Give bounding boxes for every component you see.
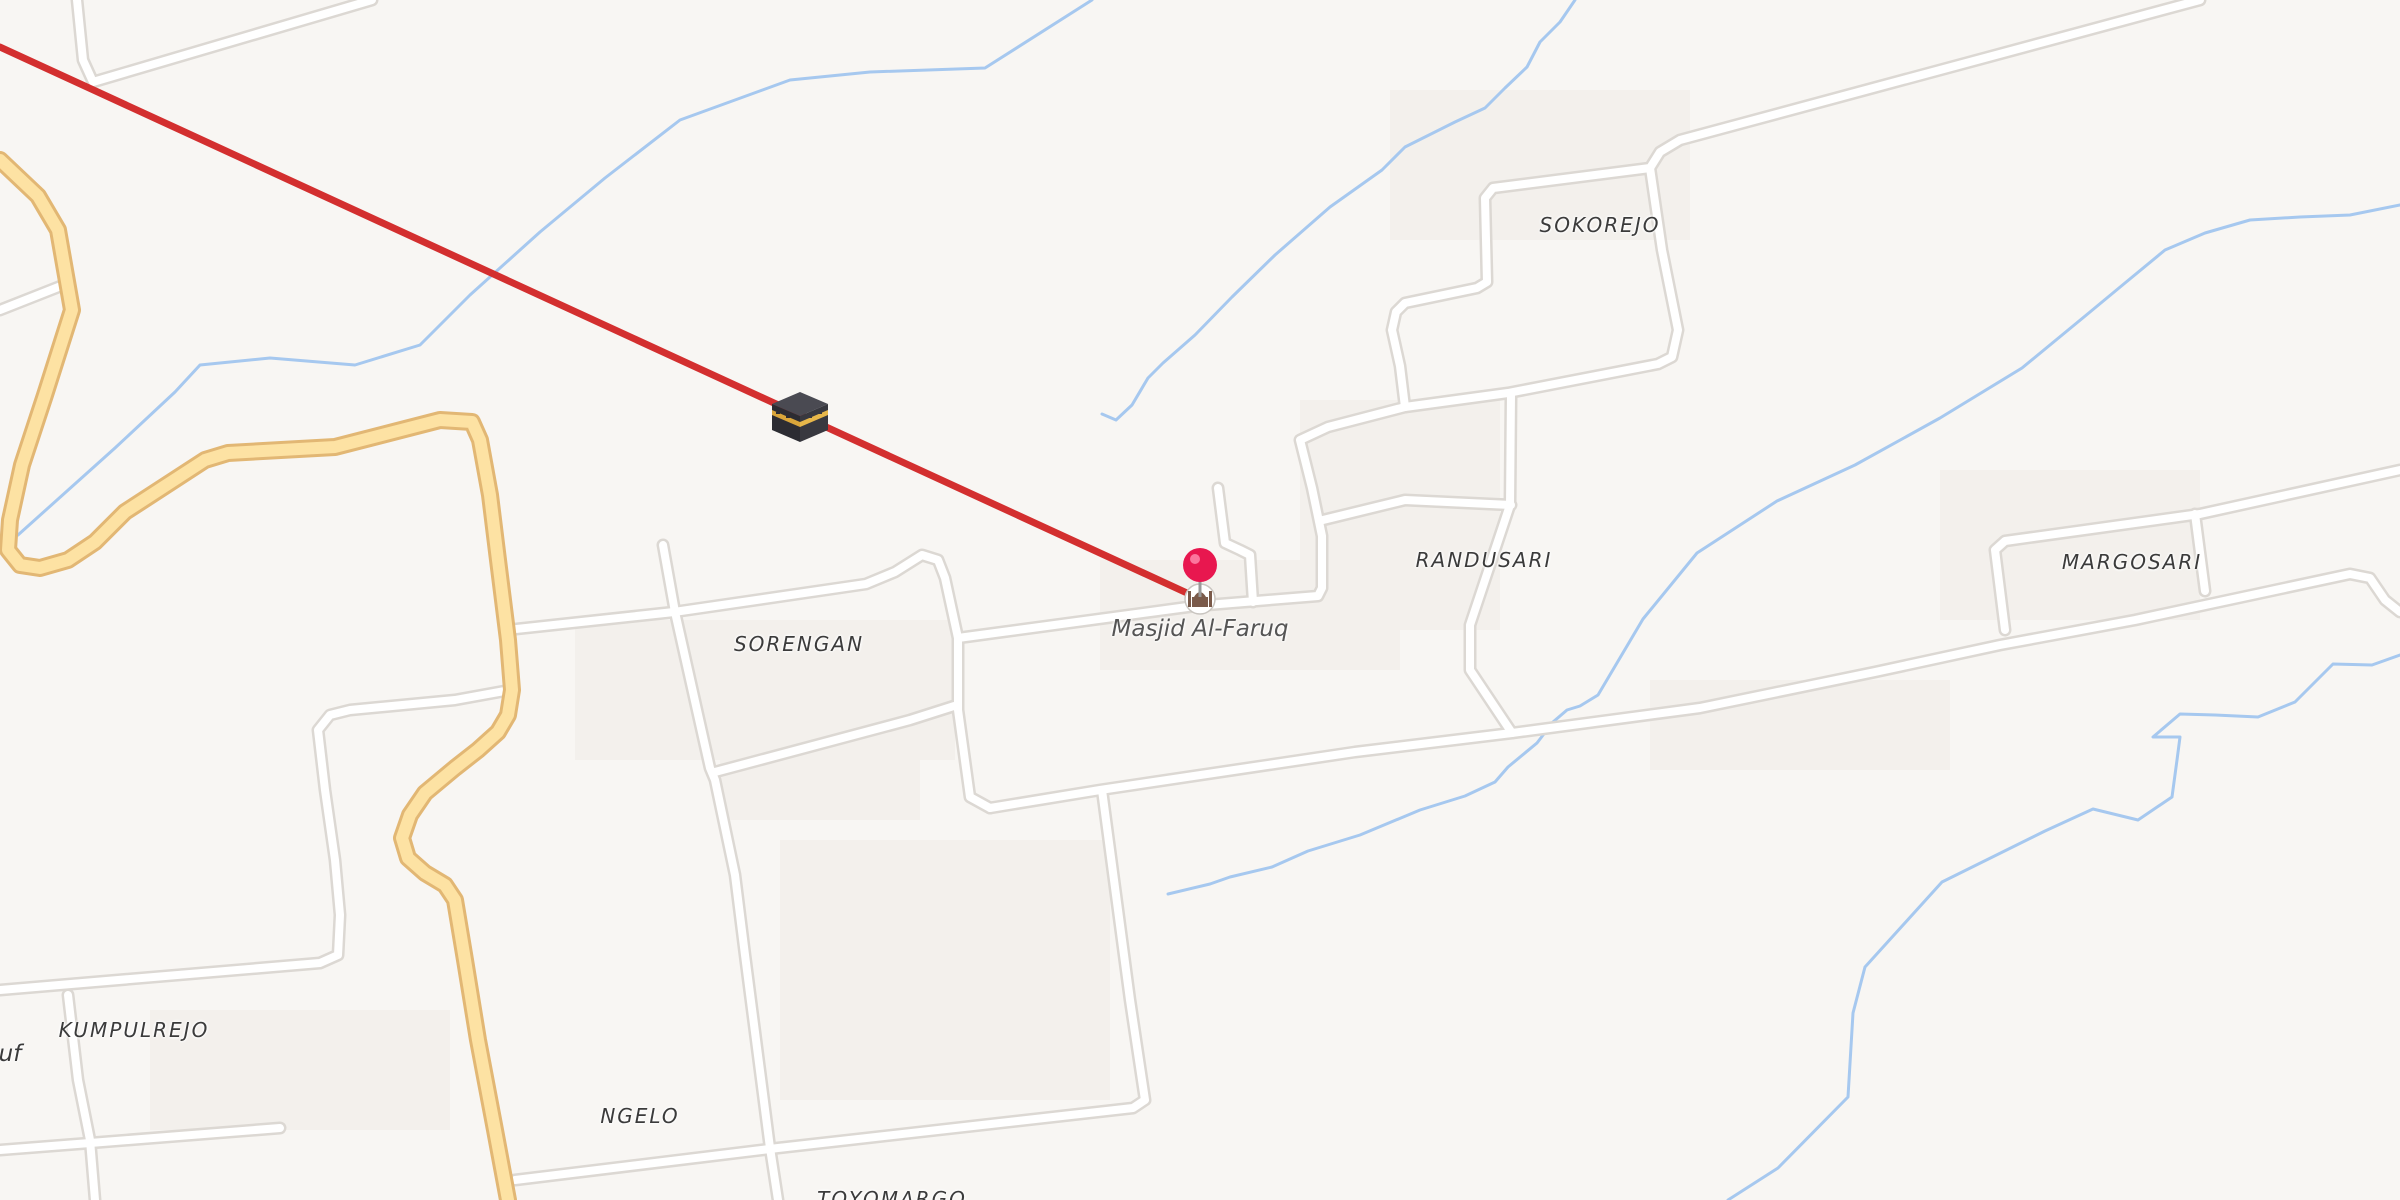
- place-label-kumpulrejo: KUMPULREJO: [58, 1018, 210, 1042]
- place-label-partial: uf: [0, 1041, 22, 1067]
- place-label-ngelo: NGELO: [600, 1104, 680, 1128]
- place-label-margosari: MARGOSARI: [2061, 550, 2203, 574]
- map-view[interactable]: SOKOREJO RANDUSARI MARGOSARI SORENGAN KU…: [0, 0, 2400, 1200]
- place-label-randusari: RANDUSARI: [1415, 548, 1553, 572]
- place-label-sokorejo: SOKOREJO: [1539, 213, 1661, 237]
- poi-label-masjid[interactable]: Masjid Al-Faruq: [1112, 616, 1289, 642]
- place-label-sorengan: SORENGAN: [733, 632, 865, 656]
- place-label-toyomargo: TOYOMARGO: [817, 1187, 967, 1200]
- map-canvas[interactable]: [0, 0, 2400, 1200]
